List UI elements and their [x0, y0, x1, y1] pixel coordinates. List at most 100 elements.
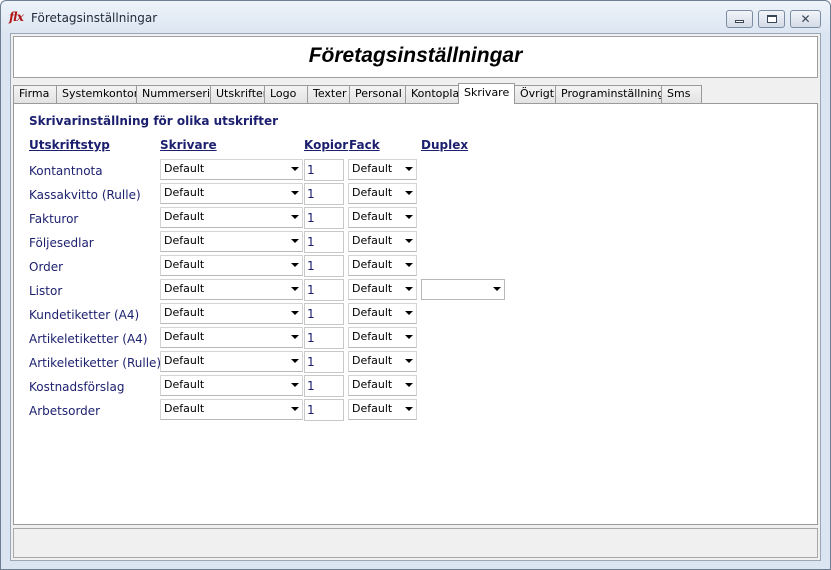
copies-input[interactable]: 1 [304, 279, 344, 301]
printer-select-value: Default [164, 306, 205, 319]
tab-övrigt[interactable]: Övrigt [514, 85, 556, 103]
dropdown-arrow-icon [405, 239, 413, 243]
tray-select[interactable]: Default [348, 351, 417, 372]
printer-select-value: Default [164, 282, 205, 295]
tray-select-value: Default [352, 210, 393, 223]
minimize-icon [735, 20, 744, 23]
dropdown-arrow-icon [405, 191, 413, 195]
printer-select[interactable]: Default [160, 327, 303, 348]
printer-select-value: Default [164, 210, 205, 223]
printer-select[interactable]: Default [160, 183, 303, 204]
printer-settings-panel: Skrivarinställning för olika utskrifter … [13, 103, 818, 525]
tray-select[interactable]: Default [348, 327, 417, 348]
tab-programinställningar[interactable]: Programinställningar [555, 85, 662, 103]
printer-select[interactable]: Default [160, 399, 303, 420]
copies-input[interactable]: 1 [304, 375, 344, 397]
tray-select[interactable]: Default [348, 375, 417, 396]
dropdown-arrow-icon [493, 287, 501, 291]
tray-select-value: Default [352, 282, 393, 295]
print-type-label: Kundetiketter (A4) [29, 308, 140, 322]
tab-logo[interactable]: Logo [264, 85, 308, 103]
printer-select[interactable]: Default [160, 279, 303, 300]
dropdown-arrow-icon [291, 335, 299, 339]
close-button[interactable]: ✕ [790, 10, 821, 28]
tab-systemkonton[interactable]: Systemkonton [56, 85, 137, 103]
copies-input[interactable]: 1 [304, 303, 344, 325]
dropdown-arrow-icon [405, 311, 413, 315]
print-type-label: Artikeletiketter (A4) [29, 332, 148, 346]
duplex-select[interactable] [421, 279, 505, 300]
printer-select-value: Default [164, 330, 205, 343]
app-logo-icon: flx [9, 10, 24, 24]
tray-select[interactable]: Default [348, 231, 417, 252]
printer-select-value: Default [164, 402, 205, 415]
tray-select-value: Default [352, 186, 393, 199]
dropdown-arrow-icon [291, 191, 299, 195]
tray-select[interactable]: Default [348, 207, 417, 228]
tab-firma[interactable]: Firma [13, 85, 57, 103]
print-type-label: Fakturor [29, 212, 79, 226]
title-bar[interactable]: flx Företagsinställningar ✕ [1, 1, 830, 33]
print-type-label: Artikeletiketter (Rulle) [29, 356, 162, 370]
printer-select[interactable]: Default [160, 159, 303, 180]
tab-skrivare[interactable]: Skrivare [458, 83, 515, 104]
column-header-copies: Kopior [304, 138, 349, 152]
copies-input[interactable]: 1 [304, 159, 344, 181]
dropdown-arrow-icon [291, 311, 299, 315]
tab-nummerserier[interactable]: Nummerserier [136, 85, 211, 103]
column-header-tray: Fack [349, 138, 380, 152]
printer-select[interactable]: Default [160, 303, 303, 324]
maximize-button[interactable] [758, 10, 785, 28]
tab-personal[interactable]: Personal [349, 85, 406, 103]
copies-input[interactable]: 1 [304, 183, 344, 205]
copies-input[interactable]: 1 [304, 351, 344, 373]
dropdown-arrow-icon [291, 215, 299, 219]
dropdown-arrow-icon [405, 287, 413, 291]
column-header-printer: Skrivare [160, 138, 217, 152]
printer-select[interactable]: Default [160, 375, 303, 396]
tab-texter[interactable]: Texter [307, 85, 350, 103]
print-type-label: Kostnadsförslag [29, 380, 125, 394]
print-type-label: Listor [29, 284, 63, 298]
printer-select-value: Default [164, 378, 205, 391]
printer-select[interactable]: Default [160, 231, 303, 252]
tray-select[interactable]: Default [348, 183, 417, 204]
column-header-duplex: Duplex [421, 138, 469, 152]
tray-select-value: Default [352, 354, 393, 367]
page-title: Företagsinställningar [308, 44, 523, 67]
close-icon: ✕ [800, 12, 811, 26]
tray-select-value: Default [352, 402, 393, 415]
dropdown-arrow-icon [405, 407, 413, 411]
tray-select-value: Default [352, 378, 393, 391]
dropdown-arrow-icon [405, 335, 413, 339]
copies-input[interactable]: 1 [304, 399, 344, 421]
copies-input[interactable]: 1 [304, 327, 344, 349]
window-title: Företagsinställningar [31, 11, 158, 25]
tray-select[interactable]: Default [348, 303, 417, 324]
printer-select[interactable]: Default [160, 351, 303, 372]
tray-select[interactable]: Default [348, 279, 417, 300]
tray-select[interactable]: Default [348, 399, 417, 420]
tray-select[interactable]: Default [348, 255, 417, 276]
print-type-label: Order [29, 260, 64, 274]
print-type-label: Kassakvitto (Rulle) [29, 188, 141, 202]
printer-select-value: Default [164, 258, 205, 271]
copies-input[interactable]: 1 [304, 231, 344, 253]
copies-input[interactable]: 1 [304, 207, 344, 229]
tab-sms[interactable]: Sms [661, 85, 702, 103]
printer-select-value: Default [164, 234, 205, 247]
tab-utskrifter[interactable]: Utskrifter [210, 85, 265, 103]
copies-input[interactable]: 1 [304, 255, 344, 277]
minimize-button[interactable] [726, 10, 753, 28]
dropdown-arrow-icon [405, 215, 413, 219]
client-area: Företagsinställningar Firma Systemkonton N… [10, 33, 821, 561]
printer-select[interactable]: Default [160, 255, 303, 276]
tab-kontoplan[interactable]: Kontoplan [405, 85, 460, 103]
dropdown-arrow-icon [291, 407, 299, 411]
tray-select[interactable]: Default [348, 159, 417, 180]
printer-select[interactable]: Default [160, 207, 303, 228]
print-type-label: Kontantnota [29, 164, 103, 178]
dropdown-arrow-icon [405, 263, 413, 267]
print-type-label: Följesedlar [29, 236, 94, 250]
tray-select-value: Default [352, 330, 393, 343]
